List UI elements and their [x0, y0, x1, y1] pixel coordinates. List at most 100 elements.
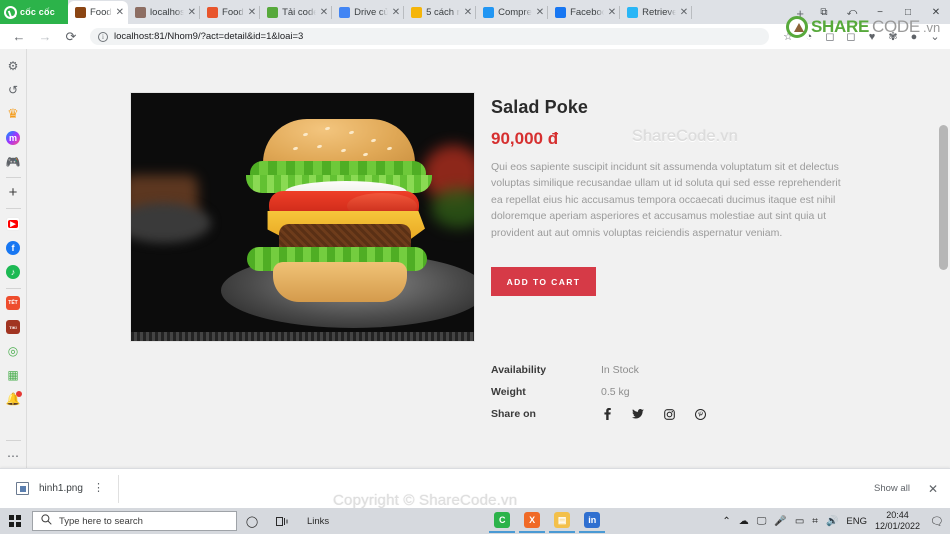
shopee-tet-icon: TẾT [6, 296, 20, 311]
reload-button[interactable]: ⟳ [60, 26, 82, 48]
windows-logo-icon [9, 515, 21, 527]
sidebar-item-target[interactable]: ◎ [2, 340, 24, 363]
action-center-icon[interactable]: 🗨 [928, 515, 944, 528]
start-button[interactable] [0, 508, 30, 534]
clock-date: 12/01/2022 [874, 521, 921, 531]
taskbar-app-coccoc-browser[interactable]: C [489, 509, 516, 533]
search-icon [41, 514, 52, 528]
sidebar-item-games[interactable]: 🎮 [2, 150, 24, 173]
sidebar-item-messenger[interactable]: m [2, 126, 24, 149]
close-tab-icon[interactable]: ✕ [608, 7, 616, 18]
profile-avatar-icon[interactable]: ● [907, 30, 921, 44]
add-icon: + [8, 184, 18, 202]
browser-tab[interactable]: Retrieve D ✕ [620, 1, 693, 24]
browser-tab[interactable]: Food ✕ [68, 1, 129, 24]
tray-show-hidden-icons-icon[interactable]: ⌃ [722, 516, 730, 527]
screen-capture-icon[interactable]: ⧉ [810, 0, 838, 24]
browser-tab[interactable]: Compress ✕ [476, 1, 549, 24]
share-facebook-icon[interactable] [601, 408, 613, 420]
product-image[interactable] [130, 92, 475, 342]
browser-menu-icon[interactable]: ⌄ [928, 30, 942, 44]
back-button[interactable]: ← [8, 26, 30, 48]
sidebar-item-youtube[interactable]: ▶ [2, 212, 24, 235]
download-more-icon[interactable]: ⋮ [93, 483, 104, 494]
taskbar-search-box[interactable]: Type here to search [32, 511, 237, 531]
tray-microphone-icon[interactable]: 🎤 [774, 516, 786, 527]
taskbar-app-file-explorer[interactable]: ▤ [549, 509, 576, 533]
sidebar-item-table[interactable]: ▦ [2, 364, 24, 387]
close-tab-icon[interactable]: ✕ [680, 7, 688, 18]
close-tab-icon[interactable]: ✕ [536, 7, 544, 18]
sidebar-item-crown[interactable]: ♛ [2, 102, 24, 125]
sidebar-item-settings[interactable]: ⚙ [2, 54, 24, 77]
extension-icon-1[interactable]: ◔ [802, 30, 816, 44]
taskbar-links-label[interactable]: Links [297, 516, 339, 527]
sidebar-item-add[interactable]: + [2, 181, 24, 204]
extension-icon-2[interactable]: ◻ [823, 30, 837, 44]
extension-icon-4[interactable]: ♥ [865, 30, 879, 44]
sidebar-notification-bell[interactable]: 🔔 [2, 388, 24, 411]
sidebar-item-spotify[interactable]: ♪ [2, 261, 24, 284]
download-item[interactable]: hinh1.png ⋮ [12, 474, 119, 503]
browser-tab[interactable]: Drive của t ✕ [332, 1, 405, 24]
close-window-button[interactable]: ✕ [922, 0, 950, 24]
show-all-downloads-link[interactable]: Show all [874, 483, 910, 494]
burger-illustration [246, 119, 432, 309]
forward-button[interactable]: → [34, 26, 56, 48]
share-pinterest-icon[interactable] [694, 408, 706, 420]
page-scrollbar-track[interactable] [935, 49, 950, 468]
taskbar-clock[interactable]: 20:44 12/01/2022 [875, 510, 920, 532]
page-scrollbar-thumb[interactable] [939, 125, 948, 270]
close-tab-icon[interactable]: ✕ [320, 7, 328, 18]
minimize-button[interactable]: − [866, 0, 894, 24]
tray-display-icon[interactable]: 🖵 [757, 516, 767, 527]
taskbar-app-xampp-control[interactable]: X [519, 509, 546, 533]
browser-tab[interactable]: localhost:8 ✕ [128, 1, 201, 24]
food-favicon [207, 7, 219, 18]
share-twitter-icon[interactable] [632, 408, 644, 420]
share-on-label: Share on [491, 408, 536, 420]
downloads-bar: hinh1.png ⋮ Show all ✕ [0, 468, 950, 508]
tray-onedrive-icon[interactable]: ☁ [739, 516, 749, 527]
extension-icon-5[interactable]: ✾ [886, 30, 900, 44]
tray-wifi-icon[interactable]: ⌗ [812, 516, 818, 527]
site-info-icon[interactable]: i [98, 31, 108, 42]
availability-label: Availability [491, 364, 547, 376]
extension-icon-3[interactable]: ◻ [844, 30, 858, 44]
sidebar-item-facebook[interactable]: f [2, 236, 24, 259]
close-downloads-bar-icon[interactable]: ✕ [928, 482, 938, 496]
cortana-button[interactable]: ◯ [237, 508, 267, 534]
close-tab-icon[interactable]: ✕ [392, 7, 400, 18]
tray-volume-icon[interactable]: 🔊 [826, 516, 838, 527]
tray-battery-icon[interactable]: ▭ [795, 516, 804, 527]
close-tab-icon[interactable]: ✕ [464, 7, 472, 18]
share-instagram-icon[interactable] [663, 408, 675, 420]
taskbar-app-app-blue[interactable]: in [579, 509, 606, 533]
browser-tab[interactable]: 5 cách nén ✕ [404, 1, 477, 24]
ellipsis-icon: ⋯ [7, 448, 19, 463]
bookmark-star-icon[interactable]: ☆ [781, 30, 795, 44]
restore-down-icon[interactable]: ⤺ [838, 0, 866, 24]
sidebar-item-tiki-tet[interactable]: TIKI [2, 316, 24, 339]
browser-tab[interactable]: Food ✕ [200, 1, 261, 24]
window-controls: ⧉ ⤺ − □ ✕ [810, 0, 950, 24]
sidebar-more-button[interactable]: ⋯ [2, 444, 24, 467]
close-tab-icon[interactable]: ✕ [248, 7, 256, 18]
new-tab-button[interactable]: + [790, 6, 810, 24]
add-to-cart-button[interactable]: ADD TO CART [491, 267, 596, 296]
background-plate-blur [131, 203, 211, 243]
history-icon: ↺ [7, 82, 19, 97]
sidebar-item-shopee-tet[interactable]: TẾT [2, 292, 24, 315]
sidebar-item-history[interactable]: ↺ [2, 78, 24, 101]
task-view-button[interactable] [267, 508, 297, 534]
browser-tab[interactable]: Facebook ✕ [548, 1, 621, 24]
address-bar[interactable]: i localhost:81/Nhom9/?act=detail&id=1&lo… [90, 28, 769, 45]
close-tab-icon[interactable]: ✕ [116, 7, 124, 18]
close-tab-icon[interactable]: ✕ [188, 7, 196, 18]
bottom-bun-shape [273, 262, 407, 302]
browser-tab[interactable]: Tải code lậ ✕ [260, 1, 333, 24]
clock-time: 20:44 [886, 510, 909, 520]
browser-sidebar: ⚙ ↺ ♛ m 🎮 + ▶ f ♪ TẾT TIKI ◎ ▦ 🔔 ⋯ [0, 49, 27, 468]
tray-language-indicator[interactable]: ENG [846, 516, 867, 527]
maximize-button[interactable]: □ [894, 0, 922, 24]
